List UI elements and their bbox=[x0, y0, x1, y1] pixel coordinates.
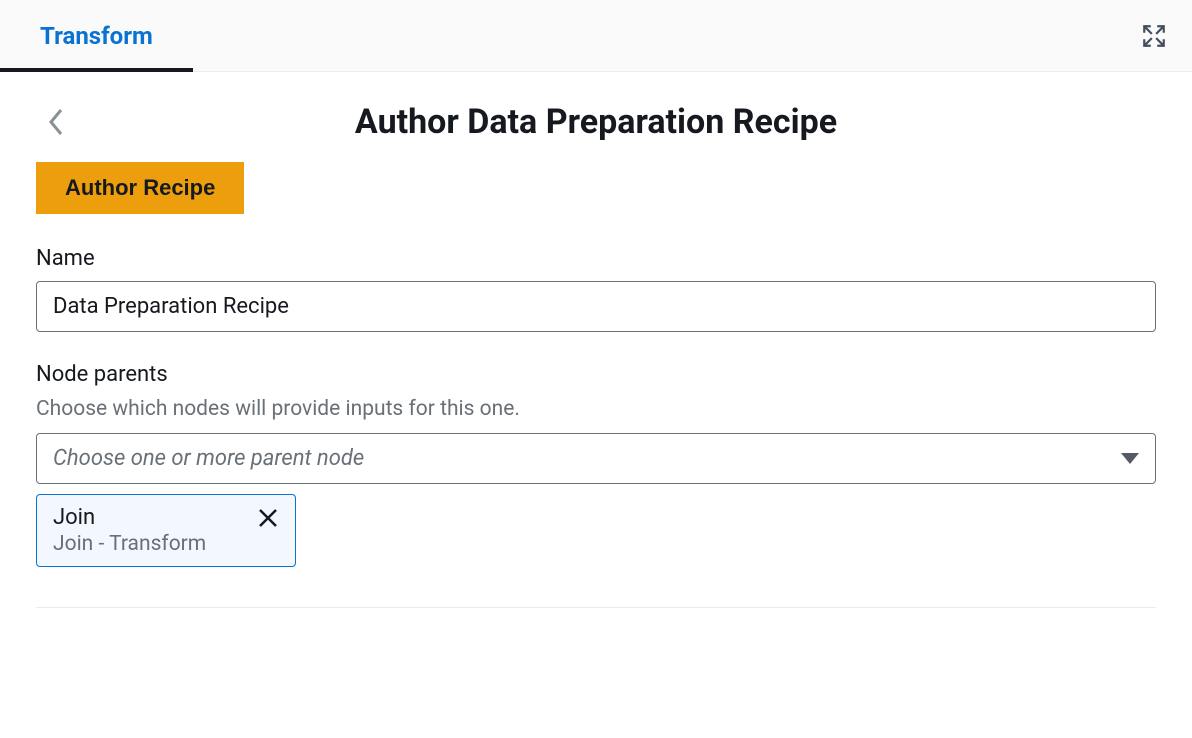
author-recipe-label: Author Recipe bbox=[65, 175, 215, 200]
node-parents-label: Node parents bbox=[36, 362, 1156, 387]
tab-bar: Transform bbox=[0, 0, 1192, 72]
node-parents-dropdown[interactable]: Choose one or more parent node bbox=[36, 433, 1156, 484]
chevron-down-icon bbox=[1121, 453, 1139, 464]
section-divider bbox=[36, 607, 1156, 608]
name-label: Name bbox=[36, 246, 1156, 271]
author-recipe-button[interactable]: Author Recipe bbox=[36, 162, 244, 214]
header-row: Author Data Preparation Recipe bbox=[36, 102, 1156, 142]
name-input[interactable] bbox=[36, 281, 1156, 332]
content-area: Author Data Preparation Recipe Author Re… bbox=[0, 72, 1192, 638]
chip-content: Join Join - Transform bbox=[53, 505, 206, 556]
node-parents-help: Choose which nodes will provide inputs f… bbox=[36, 397, 1156, 421]
expand-icon[interactable] bbox=[1136, 18, 1172, 54]
chip-title: Join bbox=[53, 505, 206, 530]
dropdown-placeholder: Choose one or more parent node bbox=[53, 446, 364, 471]
tab-label: Transform bbox=[40, 22, 153, 50]
page-title: Author Data Preparation Recipe bbox=[36, 102, 1156, 142]
chip-remove-button[interactable] bbox=[257, 507, 279, 529]
tab-transform[interactable]: Transform bbox=[0, 0, 193, 72]
parent-node-chip: Join Join - Transform bbox=[36, 494, 296, 567]
chip-subtitle: Join - Transform bbox=[53, 532, 206, 556]
